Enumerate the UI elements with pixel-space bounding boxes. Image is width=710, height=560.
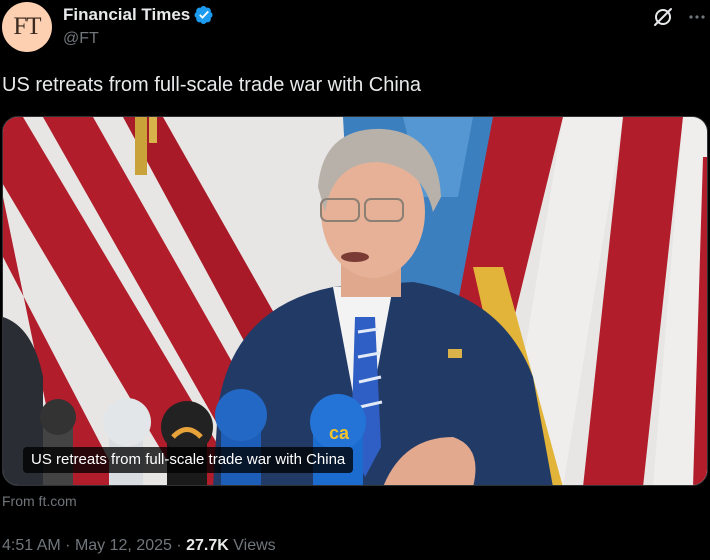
tweet-time[interactable]: 4:51 AM — [2, 537, 61, 554]
tweet-meta: 4:51 AM · May 12, 2025 · 27.7K Views — [2, 537, 276, 555]
meta-separator: · — [65, 537, 71, 554]
meta-separator: · — [176, 537, 182, 554]
grok-icon[interactable] — [652, 6, 674, 28]
article-photo[interactable]: ca — [3, 117, 708, 486]
handle[interactable]: @FT — [63, 30, 99, 48]
tweet-header: FT Financial Times @FT — [0, 0, 710, 62]
display-name[interactable]: Financial Times — [63, 5, 190, 25]
verified-badge-icon[interactable] — [194, 5, 214, 25]
tweet-date[interactable]: May 12, 2025 — [75, 537, 172, 554]
card-source[interactable]: From ft.com — [2, 493, 77, 509]
svg-text:ca: ca — [329, 423, 350, 443]
name-row: Financial Times — [63, 5, 214, 25]
avatar[interactable]: FT — [2, 2, 52, 52]
tweet-text: US retreats from full-scale trade war wi… — [2, 74, 422, 96]
card-headline[interactable]: US retreats from full-scale trade war wi… — [23, 447, 354, 473]
link-card[interactable]: ca US retreats from full-scale trade war… — [2, 116, 708, 486]
views-label: Views — [233, 537, 276, 554]
more-options-icon[interactable] — [686, 7, 708, 27]
views-count: 27.7K — [186, 537, 229, 554]
